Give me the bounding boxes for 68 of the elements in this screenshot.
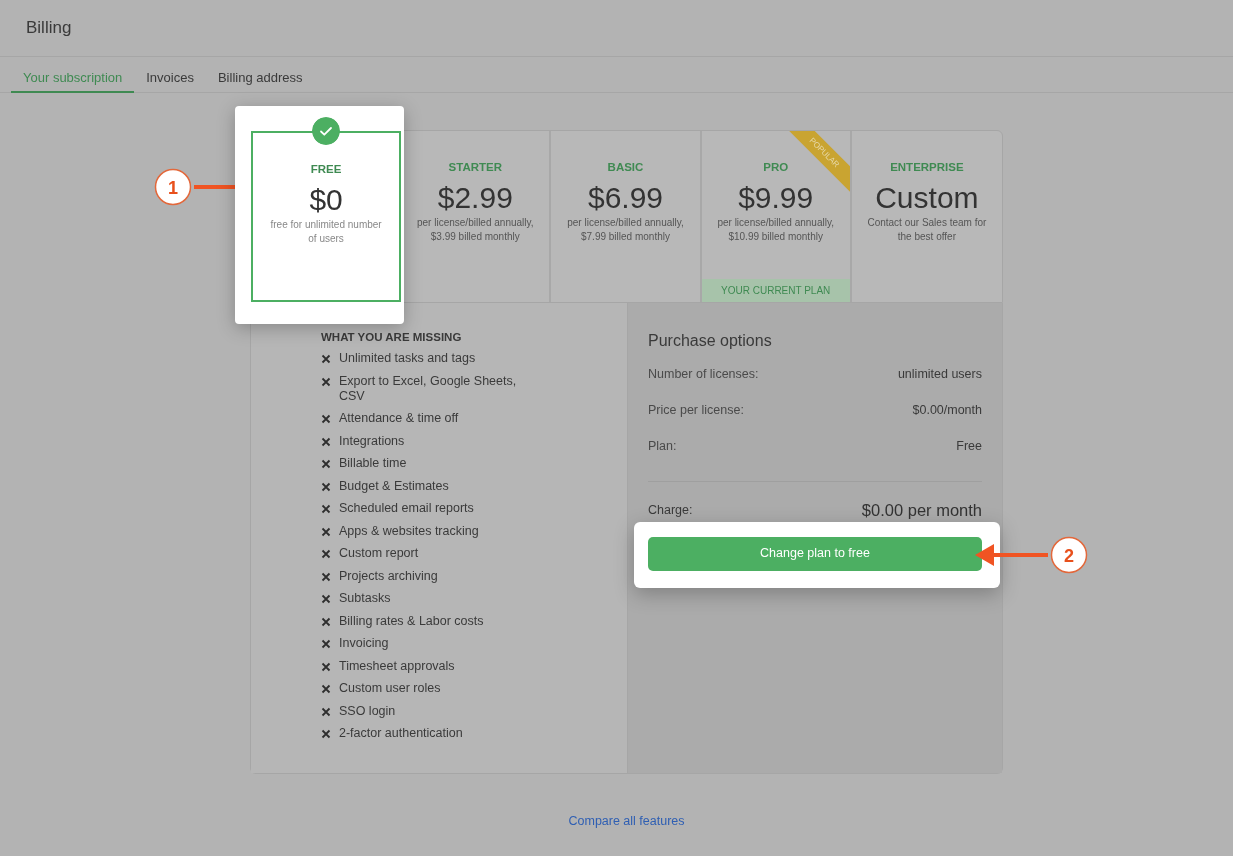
cross-icon xyxy=(321,459,331,470)
cross-icon xyxy=(321,594,331,605)
section-heading: WHAT YOU ARE MISSING xyxy=(321,330,463,345)
cross-icon xyxy=(321,376,331,387)
field-value: unlimited users xyxy=(897,366,982,383)
plan-name: ENTERPRISE xyxy=(890,160,964,175)
cross-icon xyxy=(321,616,331,627)
plan-price: $9.99 xyxy=(738,180,814,217)
cross-icon xyxy=(321,354,331,365)
cross-icon xyxy=(321,661,331,672)
feature-text: 2-factor authentication xyxy=(339,726,463,742)
cross-icon xyxy=(321,526,331,537)
page-title: Billing xyxy=(26,17,72,40)
field-label: Price per license: xyxy=(648,402,744,419)
feature-text: Timesheet approvals xyxy=(339,658,455,674)
feature-text: Billing rates & Labor costs xyxy=(339,613,484,629)
field-value: $0.00/month xyxy=(912,402,982,419)
cross-icon xyxy=(321,436,331,447)
tab[interactable]: Billing address xyxy=(205,57,315,93)
cross-icon xyxy=(321,481,331,492)
feature-text: Billable time xyxy=(339,456,407,472)
check-icon xyxy=(312,117,341,145)
plan-description: per license/billed annually, $3.99 billed monthly xyxy=(416,216,535,245)
plan-name: BASIC xyxy=(607,160,644,175)
feature-text: Apps & websites tracking xyxy=(339,523,479,539)
plan-description: per license/billed annually, $7.99 billed monthly xyxy=(566,216,685,245)
plan-description: Contact our Sales team for the best offer xyxy=(866,216,988,245)
section-heading: Purchase options xyxy=(648,331,773,351)
plan-card[interactable]: ENTERPRISE Custom Contact our Sales team for the best offer xyxy=(851,131,1002,302)
field-value: Free xyxy=(956,438,982,455)
cross-icon xyxy=(321,684,331,695)
plan-price: $0 xyxy=(309,182,343,219)
plan-price: $2.99 xyxy=(437,180,513,217)
cross-icon xyxy=(321,549,331,560)
feature-text: Attendance & time off xyxy=(339,411,459,427)
plan-description: per license/billed annually, $10.99 billed monthly xyxy=(716,216,835,245)
feature-text: Custom report xyxy=(339,546,419,562)
feature-text: Invoicing xyxy=(339,636,389,652)
feature-text: Subtasks xyxy=(339,591,391,607)
field-label: Number of licenses: xyxy=(648,366,759,383)
plan-card[interactable]: STARTER $2.99 per license/billed annually, $3.99 billed monthly xyxy=(401,131,550,302)
cross-icon xyxy=(321,729,331,740)
plan-card[interactable]: FREE $0 free for unlimited number of users xyxy=(251,131,402,302)
cross-icon xyxy=(321,504,331,515)
feature-text: Custom user roles xyxy=(339,681,441,697)
plan-price: $6.99 xyxy=(587,180,664,217)
tab[interactable]: Invoices xyxy=(134,57,206,93)
plan-name: FREE xyxy=(310,162,342,177)
cross-icon xyxy=(321,706,331,717)
feature-text: Unlimited tasks and tags xyxy=(339,351,476,367)
plan-name: STARTER xyxy=(448,160,502,175)
plan-name: PRO xyxy=(763,160,789,175)
plan-description: free for unlimited number of users xyxy=(269,218,383,247)
plan-card[interactable]: BASIC $6.99 per license/billed annually, $7.99 billed monthly xyxy=(551,131,700,302)
feature-text: Projects archiving xyxy=(339,568,438,584)
feature-text: SSO login xyxy=(339,703,396,719)
feature-text: Scheduled email reports xyxy=(339,501,474,517)
feature-text: Budget & Estimates xyxy=(339,478,449,494)
feature-text: Integrations xyxy=(339,433,405,449)
plan-price: Custom xyxy=(875,180,979,217)
current-plan-label: YOUR CURRENT PLAN xyxy=(701,279,850,302)
cross-icon xyxy=(321,571,331,582)
field-label: Plan: xyxy=(648,438,677,455)
field-label: Charge: xyxy=(648,502,693,519)
cross-icon xyxy=(321,639,331,650)
cross-icon xyxy=(321,414,331,425)
feature-text: Export to Excel, Google Sheets, CSV xyxy=(339,373,518,404)
charge-amount: $0.00 per month xyxy=(861,500,982,521)
